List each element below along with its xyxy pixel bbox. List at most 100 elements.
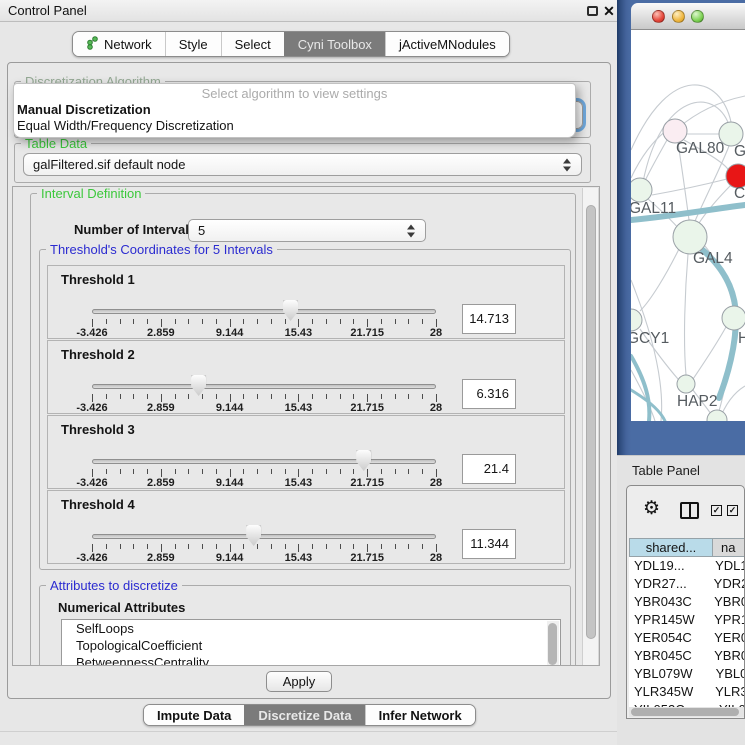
tick-mark bbox=[106, 394, 107, 399]
slider-thumb[interactable] bbox=[246, 525, 261, 546]
float-window-icon[interactable] bbox=[587, 6, 598, 16]
tab-select[interactable]: Select bbox=[221, 32, 284, 56]
settings-scrollbar-thumb[interactable] bbox=[586, 205, 596, 639]
slider-track[interactable] bbox=[92, 459, 436, 464]
close-icon[interactable]: ✕ bbox=[602, 2, 616, 20]
tick-mark bbox=[285, 394, 286, 399]
threshold-value-field[interactable]: 11.344 bbox=[462, 529, 516, 559]
tick-mark bbox=[326, 544, 327, 549]
table-row[interactable]: YDL19...YDL1 bbox=[629, 557, 745, 575]
tick-label: 2.859 bbox=[147, 402, 175, 414]
table-row[interactable]: YLR345WYLR3 bbox=[629, 683, 745, 701]
column-header-name[interactable]: na bbox=[713, 538, 745, 557]
network-node-h[interactable] bbox=[722, 306, 745, 330]
table-row[interactable]: YBR043CYBR0 bbox=[629, 593, 745, 611]
cell-shared-name: YER054C bbox=[629, 629, 708, 647]
tick-mark bbox=[175, 544, 176, 549]
apply-button[interactable]: Apply bbox=[266, 671, 332, 692]
network-node-gcy1[interactable] bbox=[631, 309, 642, 331]
list-item[interactable]: SelfLoops bbox=[62, 620, 560, 637]
tick-label: 2.859 bbox=[147, 477, 175, 489]
dropdown-item-manual-discretization[interactable]: Manual Discretization bbox=[14, 102, 575, 118]
table-row[interactable]: YER054CYER0 bbox=[629, 629, 745, 647]
table-row[interactable]: YPR145WYPR1 bbox=[629, 611, 745, 629]
table-data-combobox[interactable]: galFiltered.sif default node bbox=[23, 153, 582, 176]
dropdown-item-equal-width-frequency[interactable]: Equal Width/Frequency Discretization bbox=[14, 118, 575, 134]
network-node-gal11[interactable] bbox=[631, 178, 652, 202]
dropdown-hint-item: Select algorithm to view settings bbox=[14, 84, 575, 102]
node-label: GCY1 bbox=[631, 330, 669, 347]
tick-label: 28 bbox=[430, 477, 442, 489]
table-row[interactable]: YBR045CYBR0 bbox=[629, 647, 745, 665]
checkbox-icon[interactable]: ✓ bbox=[727, 505, 738, 516]
tab-cyni-toolbox[interactable]: Cyni Toolbox bbox=[284, 32, 385, 56]
slider-track[interactable] bbox=[92, 309, 436, 314]
table-scrollbar-thumb[interactable] bbox=[631, 708, 739, 716]
list-scrollbar[interactable] bbox=[547, 621, 559, 666]
tick-label: -3.426 bbox=[76, 402, 107, 414]
table-horizontal-scrollbar[interactable] bbox=[629, 707, 744, 717]
slider-track[interactable] bbox=[92, 384, 436, 389]
tick-mark bbox=[436, 319, 437, 327]
cell-shared-name: YBL079W bbox=[629, 665, 710, 683]
split-view-icon[interactable] bbox=[680, 502, 699, 519]
tab-discretize-data[interactable]: Discretize Data bbox=[244, 705, 364, 725]
tick-mark bbox=[175, 319, 176, 324]
settings-scrollbar[interactable] bbox=[582, 188, 599, 665]
slider-track[interactable] bbox=[92, 534, 436, 539]
gear-icon[interactable]: ⚙ bbox=[643, 497, 660, 520]
tick-mark bbox=[326, 319, 327, 324]
tab-label: Infer Network bbox=[379, 708, 462, 723]
tab-infer-network[interactable]: Infer Network bbox=[365, 705, 475, 725]
slider-thumb[interactable] bbox=[356, 450, 371, 471]
list-scrollbar-thumb[interactable] bbox=[548, 623, 557, 665]
attributes-to-discretize-group: Attributes to discretize Numerical Attri… bbox=[39, 585, 571, 666]
node-label: GA bbox=[734, 143, 745, 160]
tick-mark bbox=[312, 394, 313, 399]
threshold-label: Threshold 2 bbox=[61, 347, 135, 362]
bottom-tab-bar: Impute DataDiscretize Data Infer Network bbox=[143, 704, 476, 726]
network-node-hap2[interactable] bbox=[677, 375, 695, 393]
tab-impute-data[interactable]: Impute Data bbox=[144, 705, 244, 725]
threshold-value-field[interactable]: 14.713 bbox=[462, 304, 516, 334]
tick-mark bbox=[216, 394, 217, 399]
numerical-attributes-list[interactable]: SelfLoopsTopologicalCoefficientBetweenne… bbox=[61, 619, 561, 666]
tab-network[interactable]: Network bbox=[73, 32, 165, 56]
slider-thumb[interactable] bbox=[191, 375, 206, 396]
tick-mark bbox=[92, 394, 93, 402]
table-row[interactable]: YDR27...YDR2 bbox=[629, 575, 745, 593]
close-traffic-light-icon[interactable] bbox=[652, 10, 665, 23]
tick-label: 15.43 bbox=[285, 327, 313, 339]
network-node-gal4[interactable] bbox=[673, 220, 707, 254]
threshold-value-field[interactable]: 6.316 bbox=[462, 379, 516, 409]
zoom-traffic-light-icon[interactable] bbox=[691, 10, 704, 23]
list-item[interactable]: TopologicalCoefficient bbox=[62, 637, 560, 654]
minimize-traffic-light-icon[interactable] bbox=[672, 10, 685, 23]
tick-mark bbox=[298, 394, 299, 402]
tick-mark bbox=[120, 394, 121, 399]
tab-style[interactable]: Style bbox=[165, 32, 221, 56]
tick-mark bbox=[312, 544, 313, 549]
table-row[interactable]: YBL079WYBL0 bbox=[629, 665, 745, 683]
list-item[interactable]: BetweennessCentrality bbox=[62, 654, 560, 666]
slider-thumb[interactable] bbox=[283, 300, 298, 321]
checkbox-icon[interactable]: ✓ bbox=[711, 505, 722, 516]
combo-arrows-icon bbox=[563, 158, 571, 171]
column-header-shared[interactable]: shared... bbox=[629, 538, 713, 557]
tick-mark bbox=[161, 394, 162, 402]
threshold-value-field[interactable]: 21.4 bbox=[462, 454, 516, 484]
tick-mark bbox=[243, 394, 244, 399]
tab-label: Select bbox=[235, 37, 271, 52]
number-of-intervals-spinner[interactable]: 5 bbox=[188, 219, 426, 242]
table-panel-area: Table Panel ⚙ ✓ ✓ shared... na YDL19...Y… bbox=[617, 455, 745, 745]
spinner-arrows-icon bbox=[407, 224, 415, 237]
table-body: YDL19...YDL1YDR27...YDR2YBR043CYBR0YPR14… bbox=[629, 557, 745, 707]
node-label: C bbox=[734, 185, 745, 202]
network-canvas[interactable]: GAL80GACGAL11GAL4GCY1HHAP2 bbox=[631, 30, 745, 421]
threshold-label: Threshold 1 bbox=[61, 272, 135, 287]
threshold-row: Threshold 2-3.4262.8599.14415.4321.71528… bbox=[47, 340, 565, 414]
tick-mark bbox=[271, 319, 272, 324]
tick-label: 21.715 bbox=[350, 402, 384, 414]
number-of-intervals-value: 5 bbox=[198, 220, 205, 242]
tab-jactivemnodules[interactable]: jActiveMNodules bbox=[385, 32, 509, 56]
